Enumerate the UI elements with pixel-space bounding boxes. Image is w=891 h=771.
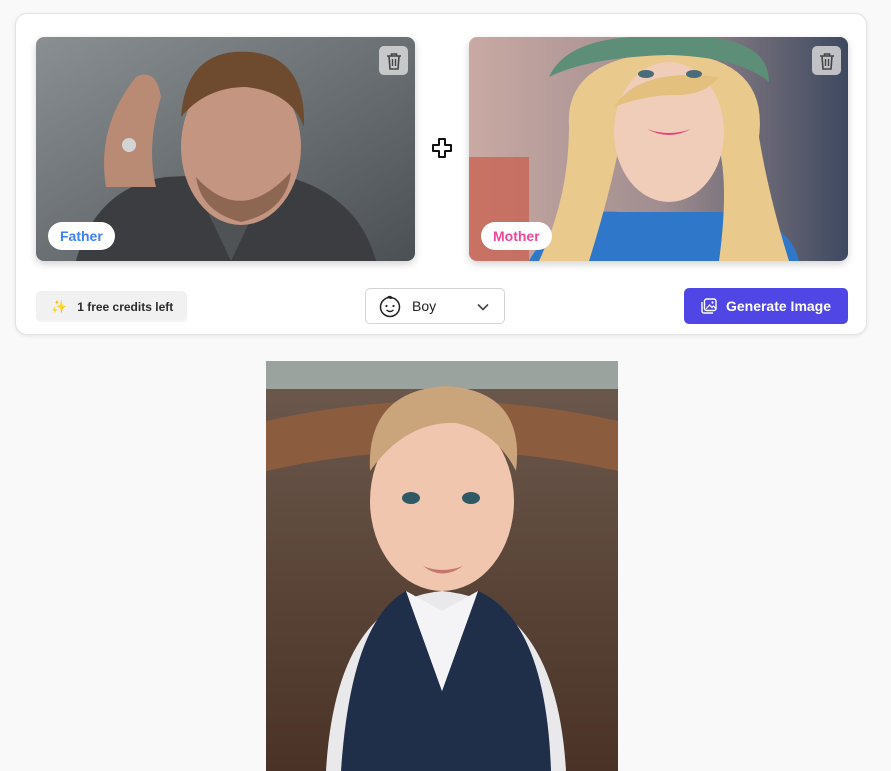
baby-face-icon xyxy=(379,295,401,318)
gender-select-value: Boy xyxy=(412,298,437,314)
plus-icon xyxy=(432,138,452,158)
generate-image-button[interactable]: Generate Image xyxy=(684,288,848,324)
generated-child-image[interactable] xyxy=(266,361,618,771)
credits-text: 1 free credits left xyxy=(77,299,174,314)
generate-image-label: Generate Image xyxy=(725,298,832,314)
father-delete-button[interactable] xyxy=(379,46,408,75)
trash-icon xyxy=(819,52,834,70)
chevron-down-icon xyxy=(477,303,489,311)
father-photo[interactable]: Father xyxy=(36,37,415,261)
mother-photo[interactable]: Mother xyxy=(469,37,848,261)
gender-select[interactable]: Boy xyxy=(365,288,505,324)
image-gallery-icon xyxy=(701,298,717,314)
child-image xyxy=(266,361,618,771)
mother-delete-button[interactable] xyxy=(812,46,841,75)
trash-icon xyxy=(386,52,401,70)
credits-badge: ✨ 1 free credits left xyxy=(36,291,187,322)
parent-upload-card: Father Mother ✨ 1 free credits left Boy … xyxy=(15,13,867,335)
mother-label: Mother xyxy=(481,222,552,250)
sparkle-icon: ✨ xyxy=(51,298,68,314)
father-label: Father xyxy=(48,222,115,250)
